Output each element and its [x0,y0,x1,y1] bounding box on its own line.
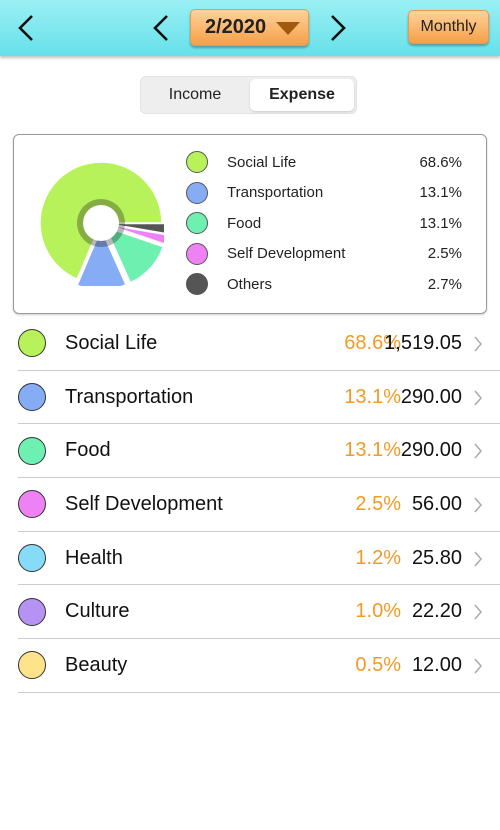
chevron-left-icon [153,15,168,41]
legend-item: Transportation 13.1% [186,178,476,209]
chevron-right-icon [474,658,482,674]
legend-color-dot [186,273,208,296]
category-name: Transportation [65,385,194,408]
category-amount: 25.80 [411,546,462,569]
category-row[interactable]: Self Development 2.5% 56.00 [18,478,500,532]
legend-color-dot [186,151,208,174]
category-name: Culture [65,600,130,623]
legend-percent: 68.6% [419,153,462,171]
legend-item: Food 13.1% [186,208,476,239]
category-percent: 0.5% [355,653,401,676]
chevron-right-icon [474,604,482,620]
category-color-dot [18,490,46,519]
legend-percent: 2.7% [427,275,462,293]
legend-label: Transportation [227,184,324,202]
category-color-dot [18,329,46,358]
legend-label: Social Life [227,153,297,171]
legend-percent: 2.5% [427,245,462,263]
category-amount: 56.00 [411,492,462,515]
category-name: Self Development [65,492,223,515]
chevron-right-icon [474,497,482,513]
legend-percent: 13.1% [419,184,462,202]
chevron-right-icon [474,390,482,406]
legend-color-dot [186,181,208,204]
category-amount: 22.20 [411,600,462,623]
category-amount: 290.00 [400,385,462,408]
category-name: Food [65,439,111,462]
category-percent: 2.5% [355,492,401,515]
period-selector-button[interactable]: Monthly [408,10,489,44]
month-selector-button[interactable]: 2/2020 [190,9,309,46]
chevron-right-icon [474,551,482,567]
legend-percent: 13.1% [419,214,462,232]
legend-item: Social Life 68.6% [186,147,476,178]
category-percent: 13.1% [344,385,401,408]
expense-pie-chart [39,161,164,286]
legend-label: Others [227,275,273,293]
back-button[interactable] [16,14,36,42]
chevron-right-icon [474,443,482,459]
category-amount: 1,519.05 [384,331,462,354]
chevron-right-icon [331,15,346,41]
category-row[interactable]: Health 1.2% 25.80 [18,532,500,586]
category-list: Social Life 68.6% 1,519.05 Transportation 13… [18,317,500,693]
previous-month-button[interactable] [151,14,171,42]
category-amount: 12.00 [411,653,462,676]
category-percent: 1.0% [355,600,401,623]
category-color-dot [18,436,46,465]
income-expense-toggle: Income Expense [140,76,357,114]
legend-item: Others 2.7% [186,269,476,300]
expense-tab[interactable]: Expense [250,79,354,111]
legend-item: Self Development 2.5% [186,239,476,270]
legend-label: Self Development [227,245,346,263]
category-row[interactable]: Social Life 68.6% 1,519.05 [18,317,500,371]
chevron-left-icon [18,15,33,41]
summary-card: Social Life 68.6% Transportation 13.1% Food 1… [13,134,487,314]
category-row[interactable]: Beauty 0.5% 12.00 [18,639,500,693]
category-row[interactable]: Food 13.1% 290.00 [18,424,500,479]
legend-color-dot [186,242,208,265]
month-label: 2/2020 [205,16,267,38]
triangle-down-icon [276,22,300,35]
category-name: Beauty [65,653,128,676]
chevron-right-icon [474,336,482,352]
category-color-dot [18,544,46,573]
income-tab[interactable]: Income [143,79,247,111]
chart-legend: Social Life 68.6% Transportation 13.1% Food 1… [186,147,476,300]
category-color-dot [18,597,46,626]
legend-label: Food [227,214,262,232]
category-color-dot [18,383,46,412]
category-amount: 290.00 [400,439,462,462]
legend-color-dot [186,212,208,235]
header-bar: 2/2020 Monthly [0,0,500,56]
category-percent: 1.2% [355,546,401,569]
category-row[interactable]: Culture 1.0% 22.20 [18,585,500,640]
category-row[interactable]: Transportation 13.1% 290.00 [18,371,500,425]
category-percent: 13.1% [344,439,401,462]
next-month-button[interactable] [328,14,348,42]
category-color-dot [18,651,46,680]
pie-center-hole [83,205,119,241]
category-name: Social Life [65,331,158,354]
category-name: Health [65,546,123,569]
